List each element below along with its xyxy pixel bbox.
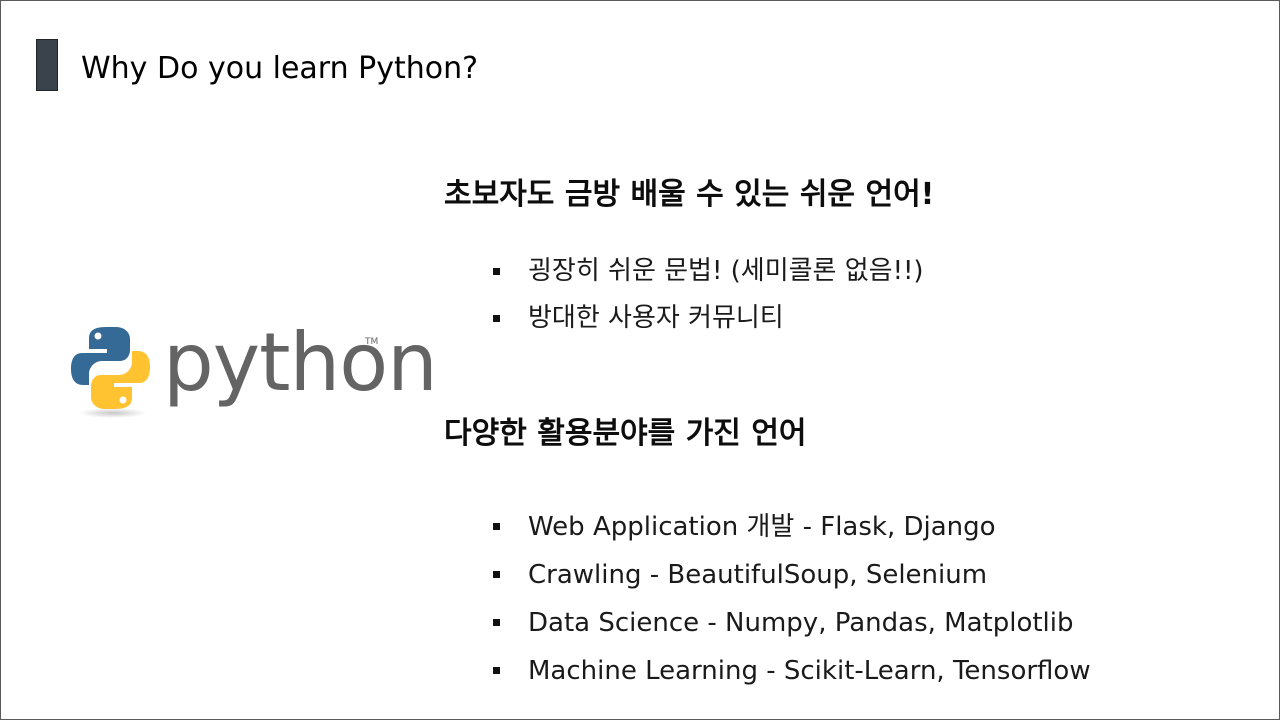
bullet-text: Crawling - BeautifulSoup, Selenium [528, 560, 988, 590]
section-use-cases: 다양한 활용분야를 가진 언어 Web Application 개발 - Fla… [444, 414, 1264, 695]
bullet-list: 굉장히 쉬운 문법! (세미콜론 없음!!) 방대한 사용자 커뮤니티 [444, 248, 1264, 342]
bullet-text: 방대한 사용자 커뮤니티 [528, 303, 784, 333]
title-accent-bar [36, 39, 58, 91]
square-bullet-icon [493, 571, 500, 578]
python-snakes-icon [71, 327, 150, 418]
bullet-text: 굉장히 쉬운 문법! (세미콜론 없음!!) [528, 256, 924, 286]
square-bullet-icon [493, 268, 500, 275]
list-item: Machine Learning - Scikit-Learn, Tensorf… [444, 647, 1264, 695]
list-item: Web Application 개발 - Flask, Django [444, 503, 1264, 551]
list-item: Data Science - Numpy, Pandas, Matplotlib [444, 599, 1264, 647]
list-item: Crawling - BeautifulSoup, Selenium [444, 551, 1264, 599]
square-bullet-icon [493, 619, 500, 626]
square-bullet-icon [493, 523, 500, 530]
bullet-text: Machine Learning - Scikit-Learn, Tensorf… [528, 656, 1091, 686]
section-heading: 초보자도 금방 배울 수 있는 쉬운 언어! [444, 177, 935, 212]
python-logo: python TM [69, 316, 438, 423]
trademark-mark: TM [365, 337, 379, 347]
python-wordmark: python [163, 316, 438, 409]
slide-title: Why Do you learn Python? [81, 51, 479, 86]
slide: Why Do you learn Python? python TM 초보자도 … [0, 0, 1280, 720]
section-heading: 다양한 활용분야를 가진 언어 [444, 416, 807, 451]
list-item: 방대한 사용자 커뮤니티 [444, 295, 1264, 342]
section-easy-language: 초보자도 금방 배울 수 있는 쉬운 언어! 굉장히 쉬운 문법! (세미콜론 … [444, 175, 1264, 342]
bullet-list: Web Application 개발 - Flask, Django Crawl… [444, 503, 1264, 695]
square-bullet-icon [493, 315, 500, 322]
bullet-text: Data Science - Numpy, Pandas, Matplotlib [528, 608, 1074, 638]
list-item: 굉장히 쉬운 문법! (세미콜론 없음!!) [444, 248, 1264, 295]
bullet-text: Web Application 개발 - Flask, Django [528, 512, 996, 542]
square-bullet-icon [493, 667, 500, 674]
